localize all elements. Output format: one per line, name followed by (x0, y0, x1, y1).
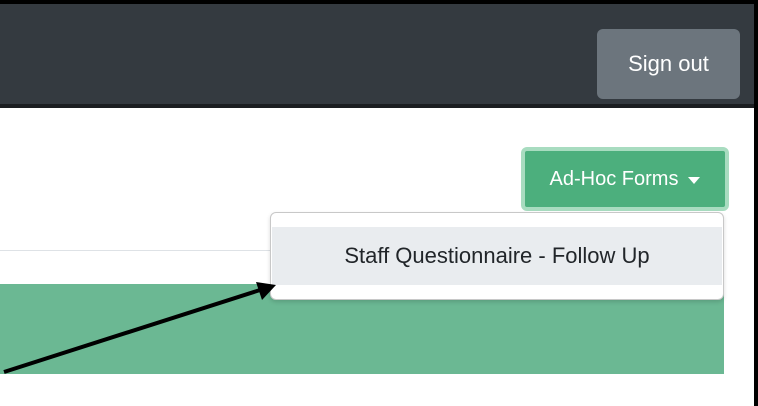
menu-item-label: Staff Questionnaire - Follow Up (344, 243, 650, 268)
sign-out-label: Sign out (628, 51, 709, 76)
caret-down-icon (688, 176, 701, 184)
menu-item-staff-questionnaire-follow-up[interactable]: Staff Questionnaire - Follow Up (272, 227, 722, 285)
adhoc-forms-label: Ad-Hoc Forms (549, 167, 679, 190)
sign-out-button[interactable]: Sign out (597, 29, 740, 99)
navbar-shadow (0, 104, 754, 108)
adhoc-forms-dropdown-button[interactable]: Ad-Hoc Forms (521, 147, 729, 211)
top-navbar: Sign out (0, 4, 754, 104)
content-divider (0, 250, 272, 251)
adhoc-forms-menu: Staff Questionnaire - Follow Up (270, 212, 724, 300)
